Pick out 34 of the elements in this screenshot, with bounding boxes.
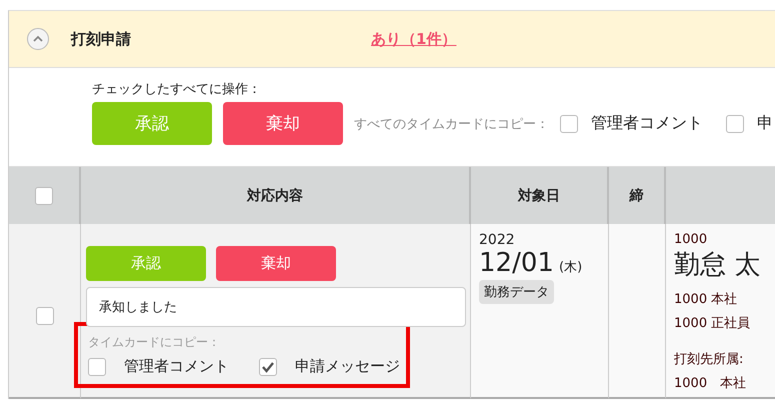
row-checkbox[interactable] <box>36 306 54 324</box>
bulk-action-label: チェックしたすべてに操作： <box>92 81 262 98</box>
checkbox-label: 申請メッセージ <box>295 357 400 376</box>
column-header: 対応内容 <box>81 167 471 224</box>
office-text: 1000 本社 <box>674 291 738 309</box>
checkbox[interactable] <box>259 358 277 376</box>
employment-text: 1000 正社員 <box>674 315 752 333</box>
reject-button[interactable]: 棄却 <box>223 102 343 145</box>
column-header: 締 <box>609 167 666 224</box>
checkbox[interactable] <box>726 114 744 132</box>
weekday-text: (木) <box>559 260 582 275</box>
reject-button[interactable]: 棄却 <box>216 246 336 281</box>
date-text: 12/01 <box>479 248 554 278</box>
section-title: 打刻申請 <box>71 30 132 48</box>
year-text: 2022 <box>479 232 516 248</box>
column-header: 対象日 <box>471 167 609 224</box>
checkbox[interactable] <box>560 114 578 132</box>
comment-field[interactable]: 承知しました <box>86 287 466 327</box>
copy-label: タイムカードにコピー： <box>88 334 221 351</box>
copy-all-label: すべてのタイムカードにコピー： <box>354 116 549 132</box>
pending-link[interactable]: あり（1件） <box>371 30 456 48</box>
employee-code: 1000 <box>674 232 708 247</box>
select-all-checkbox[interactable] <box>35 186 53 204</box>
collapse-toggle[interactable] <box>27 28 49 50</box>
stamp-office-text: 1000 本社 <box>674 375 748 393</box>
approve-button[interactable]: 承認 <box>86 246 206 281</box>
employee-name: 勤怠 太 <box>674 249 762 282</box>
approve-button[interactable]: 承認 <box>92 102 212 145</box>
stamp-label: 打刻先所属: <box>674 351 744 369</box>
checkbox-label: 申 <box>757 113 773 134</box>
checkbox-label: 管理者コメント <box>124 357 229 376</box>
data-tag: 勤務データ <box>479 280 554 304</box>
checkbox[interactable] <box>88 358 106 376</box>
checkbox-label: 管理者コメント <box>591 113 703 134</box>
